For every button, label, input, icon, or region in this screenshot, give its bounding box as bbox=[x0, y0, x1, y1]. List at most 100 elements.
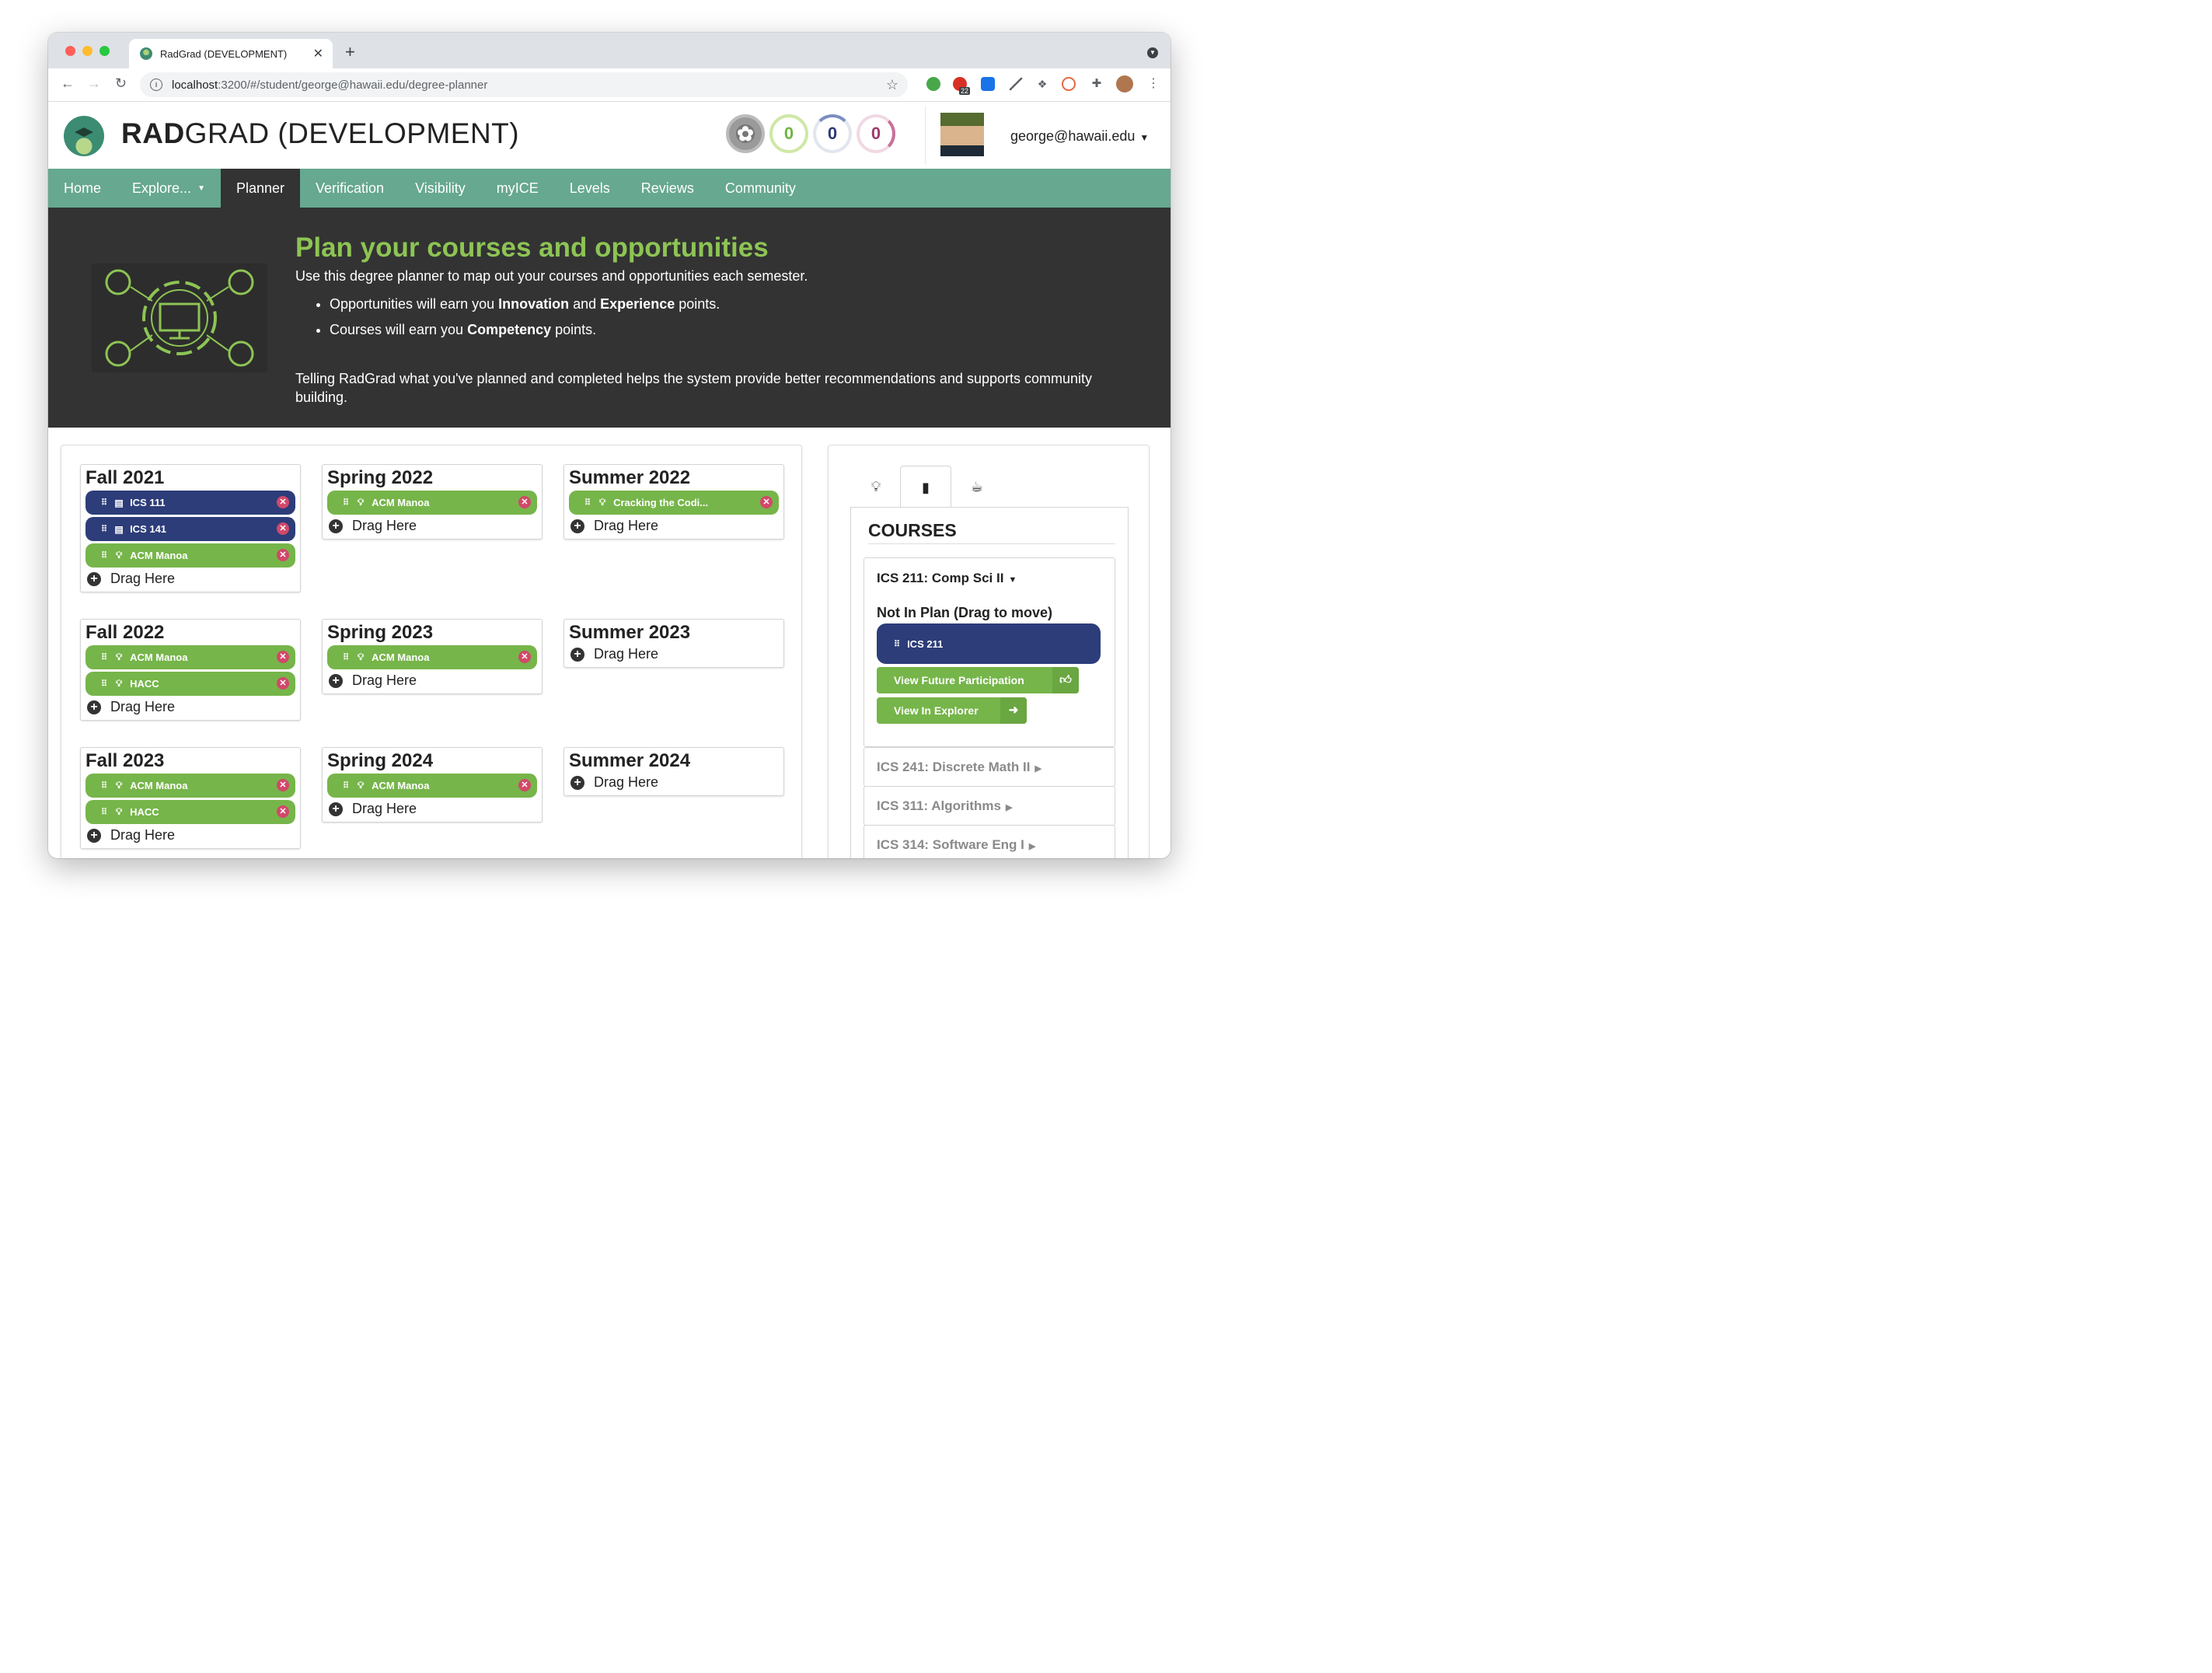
semester-card: Spring 2022 ⠿ 💡︎ ACM Manoa ✕ + Drag Here bbox=[322, 464, 543, 540]
planned-opportunity-pill[interactable]: ⠿ 💡︎ HACC ✕ bbox=[85, 672, 295, 696]
menu-levels[interactable]: Levels bbox=[554, 169, 626, 208]
menu-home[interactable]: Home bbox=[48, 169, 117, 208]
hero-note: Telling RadGrad what you've planned and … bbox=[295, 371, 1092, 405]
tab-search-icon[interactable]: ▼ bbox=[1147, 47, 1158, 58]
planned-opportunity-pill[interactable]: ⠿ 💡︎ HACC ✕ bbox=[85, 800, 295, 824]
evernote-extension-icon[interactable] bbox=[926, 77, 940, 91]
browser-menu-icon[interactable]: ⋮ bbox=[1147, 75, 1160, 91]
forward-arrow-icon[interactable]: → bbox=[87, 75, 101, 92]
brand-title[interactable]: RADGRAD (DEVELOPMENT) bbox=[121, 117, 519, 150]
back-arrow-icon[interactable]: ← bbox=[61, 75, 75, 92]
planned-opportunity-pill[interactable]: ⠿ 💡︎ ACM Manoa ✕ bbox=[85, 774, 295, 798]
reload-icon[interactable]: ↻ bbox=[115, 75, 127, 92]
drop-zone-label: Drag Here bbox=[594, 518, 659, 533]
menu-visibility[interactable]: Visibility bbox=[399, 169, 481, 208]
remove-circle-icon[interactable]: ✕ bbox=[518, 779, 531, 791]
draggable-course-pill[interactable]: ⠿ ICS 211 bbox=[877, 623, 1101, 664]
remove-circle-icon[interactable]: ✕ bbox=[277, 549, 289, 561]
list-item: Opportunities will earn you Innovation a… bbox=[330, 296, 720, 313]
drop-zone[interactable]: + Drag Here bbox=[329, 518, 542, 534]
drop-zone[interactable]: + Drag Here bbox=[87, 571, 300, 587]
drop-zone[interactable]: + Drag Here bbox=[570, 774, 783, 791]
site-info-icon[interactable]: i bbox=[150, 79, 162, 91]
drag-grip-icon: ⠿ bbox=[343, 781, 349, 791]
remove-circle-icon[interactable]: ✕ bbox=[277, 805, 289, 818]
course-title-toggle[interactable]: ICS 211: Comp Sci II ▼ bbox=[877, 571, 1017, 586]
course-accordion[interactable]: ICS 311: Algorithms ▶ bbox=[864, 786, 1115, 826]
plus-circle-icon: + bbox=[329, 802, 343, 816]
ice-score-group: ✿ 0 0 0 bbox=[726, 114, 895, 153]
menu-explore[interactable]: Explore... ▼ bbox=[117, 169, 221, 208]
menu-myice[interactable]: myICE bbox=[481, 169, 554, 208]
remove-circle-icon[interactable]: ✕ bbox=[760, 496, 773, 508]
s-extension-icon[interactable] bbox=[981, 77, 995, 91]
planned-opportunity-pill[interactable]: ⠿ 💡︎ ACM Manoa ✕ bbox=[327, 645, 537, 669]
semester-card: Fall 2022 ⠿ 💡︎ ACM Manoa ✕ ⠿ 💡︎ HACC ✕ + Drag Here bbox=[80, 619, 301, 721]
planned-opportunity-pill[interactable]: ⠿ 💡︎ ACM Manoa ✕ bbox=[327, 491, 537, 515]
drop-zone[interactable]: + Drag Here bbox=[329, 672, 542, 689]
extensions-puzzle-icon[interactable]: ✚ bbox=[1090, 77, 1104, 91]
view-in-explorer-button[interactable]: View In Explorer ➜ bbox=[877, 697, 1027, 724]
tab-opportunities[interactable]: 💡︎ bbox=[850, 466, 902, 508]
header-divider bbox=[925, 107, 926, 164]
new-tab-icon[interactable]: + bbox=[345, 42, 355, 62]
menu-verification[interactable]: Verification bbox=[300, 169, 399, 208]
drop-zone-label: Drag Here bbox=[352, 672, 417, 688]
remove-circle-icon[interactable]: ✕ bbox=[277, 496, 289, 508]
close-window-button[interactable] bbox=[65, 46, 75, 56]
book-icon: ▤ bbox=[114, 497, 124, 508]
drop-zone[interactable]: + Drag Here bbox=[329, 801, 542, 817]
user-avatar[interactable] bbox=[940, 113, 984, 156]
radgrad-logo-icon[interactable] bbox=[64, 116, 104, 156]
remove-circle-icon[interactable]: ✕ bbox=[277, 677, 289, 690]
eyedropper-extension-icon[interactable] bbox=[1009, 77, 1023, 91]
planned-opportunity-pill[interactable]: ⠿ 💡︎ ACM Manoa ✕ bbox=[327, 774, 537, 798]
drop-zone[interactable]: + Drag Here bbox=[570, 518, 783, 534]
course-accordion[interactable]: ICS 314: Software Eng I ▶ bbox=[864, 825, 1115, 858]
drop-zone[interactable]: + Drag Here bbox=[87, 827, 300, 843]
remove-circle-icon[interactable]: ✕ bbox=[518, 496, 531, 508]
remove-circle-icon[interactable]: ✕ bbox=[518, 651, 531, 663]
close-tab-icon[interactable]: ✕ bbox=[313, 46, 323, 61]
pill-label: ACM Manoa bbox=[130, 550, 188, 561]
tab-interests[interactable]: ☕︎ bbox=[951, 466, 1003, 508]
menu-community[interactable]: Community bbox=[710, 169, 811, 208]
innovation-score[interactable]: 0 bbox=[769, 114, 808, 153]
app-header: RADGRAD (DEVELOPMENT) ✿ 0 0 0 george@haw… bbox=[48, 102, 1171, 169]
planned-opportunity-pill[interactable]: ⠿ 💡︎ ACM Manoa ✕ bbox=[85, 543, 295, 568]
minimize-window-button[interactable] bbox=[82, 46, 92, 56]
course-accordion-open: ICS 211: Comp Sci II ▼ Not In Plan (Drag … bbox=[864, 557, 1115, 747]
tab-courses[interactable]: ▮ bbox=[900, 466, 951, 508]
menu-planner[interactable]: Planner bbox=[220, 169, 301, 208]
maximize-window-button[interactable] bbox=[99, 46, 110, 56]
radgrad-favicon-icon bbox=[140, 47, 152, 60]
profile-avatar-icon[interactable] bbox=[1116, 75, 1133, 93]
lightbulb-icon: 💡︎ bbox=[357, 497, 365, 508]
remove-circle-icon[interactable]: ✕ bbox=[277, 779, 289, 791]
remove-circle-icon[interactable]: ✕ bbox=[277, 522, 289, 535]
side-tabs: 💡︎ ▮ ☕︎ bbox=[850, 466, 1129, 508]
competency-score[interactable]: 0 bbox=[813, 114, 852, 153]
tab-strip: RadGrad (DEVELOPMENT) ✕ + ▼ bbox=[48, 33, 1171, 68]
drag-grip-icon: ⠿ bbox=[101, 781, 107, 791]
drop-zone[interactable]: + Drag Here bbox=[87, 699, 300, 715]
planned-opportunity-pill[interactable]: ⠿ 💡︎ Cracking the Codi... ✕ bbox=[569, 491, 779, 515]
dropbox-extension-icon[interactable]: ❖ bbox=[1035, 77, 1049, 91]
bookmark-star-icon[interactable]: ☆ bbox=[886, 77, 898, 93]
menu-reviews[interactable]: Reviews bbox=[626, 169, 710, 208]
ice-logo-icon[interactable]: ✿ bbox=[726, 114, 765, 153]
experience-score[interactable]: 0 bbox=[857, 114, 895, 153]
b-extension-icon[interactable] bbox=[1062, 77, 1076, 91]
planned-course-pill[interactable]: ⠿ ▤ ICS 111 ✕ bbox=[85, 491, 295, 515]
view-future-participation-button[interactable]: View Future Participation 👍︎ bbox=[877, 667, 1079, 693]
planned-opportunity-pill[interactable]: ⠿ 💡︎ ACM Manoa ✕ bbox=[85, 645, 295, 669]
remove-circle-icon[interactable]: ✕ bbox=[277, 651, 289, 663]
drop-zone[interactable]: + Drag Here bbox=[570, 646, 783, 662]
course-title: ICS 311: Algorithms bbox=[877, 798, 1001, 813]
planned-course-pill[interactable]: ⠿ ▤ ICS 141 ✕ bbox=[85, 517, 295, 541]
lightbulb-icon: 💡︎ bbox=[598, 497, 606, 508]
address-bar[interactable]: i localhost:3200/#/student/george@hawaii… bbox=[140, 72, 908, 97]
course-accordion[interactable]: ICS 241: Discrete Math II ▶ bbox=[864, 747, 1115, 787]
user-menu[interactable]: george@hawaii.edu ▼ bbox=[1010, 128, 1149, 145]
browser-tab[interactable]: RadGrad (DEVELOPMENT) ✕ bbox=[129, 39, 333, 68]
